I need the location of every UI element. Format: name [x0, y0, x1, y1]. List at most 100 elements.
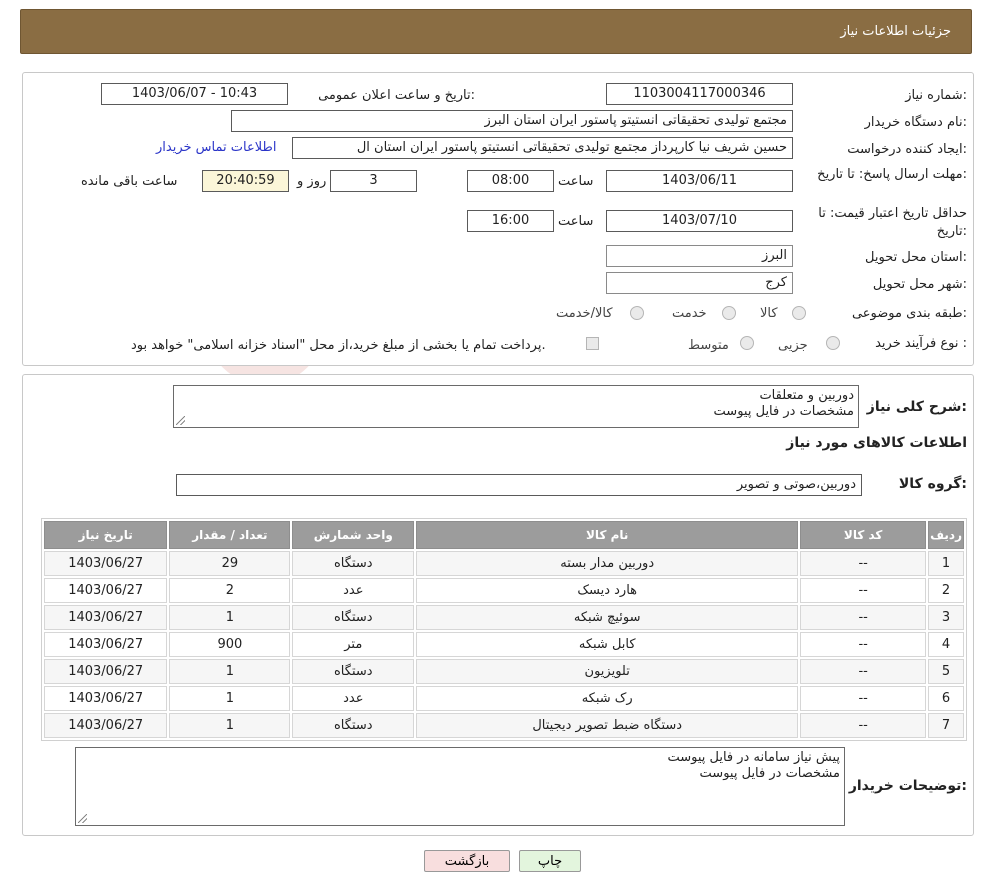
items-table: ردیف کد کالا نام کالا واحد شمارش تعداد /… [41, 518, 967, 741]
category-radio-goods-service[interactable] [630, 306, 644, 320]
process-radio-medium[interactable] [740, 336, 754, 350]
buyer-contact-link[interactable]: اطلاعات تماس خریدار [156, 140, 276, 155]
announce-datetime-field: 1403/06/07 - 10:43 [101, 83, 288, 105]
cell-unit: دستگاه [292, 551, 415, 576]
cell-row-number: 4 [928, 632, 964, 657]
validity-date-field: 1403/07/10 [606, 210, 793, 232]
deadline-label: مهلت ارسال پاسخ: تا تاریخ: [817, 167, 967, 182]
description-line-1: دوربین و متعلقات [759, 388, 854, 403]
remaining-time-label: ساعت باقی مانده [81, 174, 178, 189]
days-label: روز و [297, 174, 327, 189]
page-title: جزئیات اطلاعات نیاز [840, 24, 951, 39]
category-option-service: خدمت [672, 306, 707, 321]
col-header-row-number: ردیف [928, 521, 964, 549]
table-row: 3 -- سوئیچ شبکه دستگاه 1 1403/06/27 [44, 605, 964, 630]
cell-item-name: سوئیچ شبکه [416, 605, 799, 630]
col-header-item-name: نام کالا [416, 521, 799, 549]
process-option-minor: جزیی [778, 338, 808, 353]
need-number-field: 1103004117000346 [606, 83, 793, 105]
province-field: البرز [606, 245, 793, 267]
cell-need-date: 1403/06/27 [44, 605, 168, 630]
table-row: 1 -- دوربین مدار بسته دستگاه 29 1403/06/… [44, 551, 964, 576]
cell-row-number: 7 [928, 713, 964, 738]
cell-quantity: 29 [169, 551, 291, 576]
resize-grip-icon[interactable] [78, 814, 87, 823]
cell-unit: دستگاه [292, 713, 415, 738]
category-option-goods-service: کالا/خدمت [556, 306, 613, 321]
cell-row-number: 6 [928, 686, 964, 711]
table-row: 5 -- تلویزیون دستگاه 1 1403/06/27 [44, 659, 964, 684]
deadline-time-field: 08:00 [467, 170, 554, 192]
resize-grip-icon[interactable] [176, 416, 185, 425]
col-header-unit: واحد شمارش [292, 521, 415, 549]
cell-need-date: 1403/06/27 [44, 686, 168, 711]
process-checkbox[interactable] [586, 337, 599, 350]
buyer-org-field: مجتمع تولیدی تحقیقاتی انستیتو پاستور ایر… [231, 110, 793, 132]
category-radio-service[interactable] [722, 306, 736, 320]
buyer-notes-line-2: مشخصات در فایل پیوست [699, 766, 840, 781]
col-header-quantity: تعداد / مقدار [169, 521, 291, 549]
cell-unit: عدد [292, 686, 415, 711]
buyer-notes-line-1: پیش نیاز سامانه در فایل پیوست [667, 750, 840, 765]
cell-quantity: 1 [169, 713, 291, 738]
cell-item-name: کابل شبکه [416, 632, 799, 657]
cell-item-code: -- [800, 659, 927, 684]
cell-unit: عدد [292, 578, 415, 603]
col-header-need-date: تاریخ نیاز [44, 521, 168, 549]
validity-time-label: ساعت [558, 214, 594, 229]
buyer-org-label: نام دستگاه خریدار: [864, 115, 967, 130]
description-textarea[interactable]: دوربین و متعلقات مشخصات در فایل پیوست [173, 385, 859, 428]
cell-row-number: 5 [928, 659, 964, 684]
buyer-notes-label: توضیحات خریدار: [848, 778, 967, 794]
city-field: کرج [606, 272, 793, 294]
cell-item-code: -- [800, 713, 927, 738]
cell-row-number: 3 [928, 605, 964, 630]
validity-time-field: 16:00 [467, 210, 554, 232]
cell-item-code: -- [800, 551, 927, 576]
cell-quantity: 1 [169, 659, 291, 684]
validity-label: حداقل تاریخ اعتبار قیمت: تا تاریخ: [818, 206, 967, 239]
cell-quantity: 900 [169, 632, 291, 657]
cell-need-date: 1403/06/27 [44, 659, 168, 684]
table-row: 7 -- دستگاه ضبط تصویر دیجیتال دستگاه 1 1… [44, 713, 964, 738]
cell-need-date: 1403/06/27 [44, 713, 168, 738]
cell-quantity: 1 [169, 605, 291, 630]
days-field: 3 [330, 170, 417, 192]
deadline-date-field: 1403/06/11 [606, 170, 793, 192]
cell-item-name: دوربین مدار بسته [416, 551, 799, 576]
category-option-goods: کالا [760, 306, 778, 321]
creator-label: ایجاد کننده درخواست: [847, 142, 967, 157]
goods-section-title: اطلاعات کالاهای مورد نیاز [786, 435, 967, 451]
province-label: استان محل تحویل: [865, 250, 967, 265]
cell-item-code: -- [800, 578, 927, 603]
process-radio-minor[interactable] [826, 336, 840, 350]
description-label: شرح کلی نیاز: [866, 399, 967, 415]
cell-row-number: 2 [928, 578, 964, 603]
cell-item-code: -- [800, 632, 927, 657]
description-line-2: مشخصات در فایل پیوست [713, 404, 854, 419]
print-button[interactable]: چاپ [519, 850, 581, 872]
buyer-notes-textarea[interactable]: پیش نیاز سامانه در فایل پیوست مشخصات در … [75, 747, 845, 826]
cell-need-date: 1403/06/27 [44, 578, 168, 603]
process-label: نوع فرآیند خرید : [875, 336, 967, 351]
goods-group-field: دوربین،صوتی و تصویر [176, 474, 862, 496]
cell-quantity: 1 [169, 686, 291, 711]
back-button[interactable]: بازگشت [424, 850, 510, 872]
table-row: 6 -- رک شبکه عدد 1 1403/06/27 [44, 686, 964, 711]
city-label: شهر محل تحویل: [872, 277, 967, 292]
col-header-item-code: کد کالا [800, 521, 927, 549]
cell-need-date: 1403/06/27 [44, 551, 168, 576]
category-radio-goods[interactable] [792, 306, 806, 320]
table-row: 4 -- کابل شبکه متر 900 1403/06/27 [44, 632, 964, 657]
cell-quantity: 2 [169, 578, 291, 603]
category-label: طبقه بندی موضوعی: [851, 306, 967, 321]
process-note: پرداخت تمام یا بخشی از مبلغ خرید،از محل … [131, 338, 546, 353]
goods-group-label: گروه کالا: [898, 476, 967, 492]
creator-field: حسین شریف نیا کارپرداز مجتمع تولیدی تحقی… [292, 137, 793, 159]
table-header-row: ردیف کد کالا نام کالا واحد شمارش تعداد /… [44, 521, 964, 549]
cell-row-number: 1 [928, 551, 964, 576]
announce-datetime-label: تاریخ و ساعت اعلان عمومی: [318, 88, 475, 103]
table-row: 2 -- هارد دیسک عدد 2 1403/06/27 [44, 578, 964, 603]
process-option-medium: متوسط [688, 338, 729, 353]
deadline-time-label: ساعت [558, 174, 594, 189]
